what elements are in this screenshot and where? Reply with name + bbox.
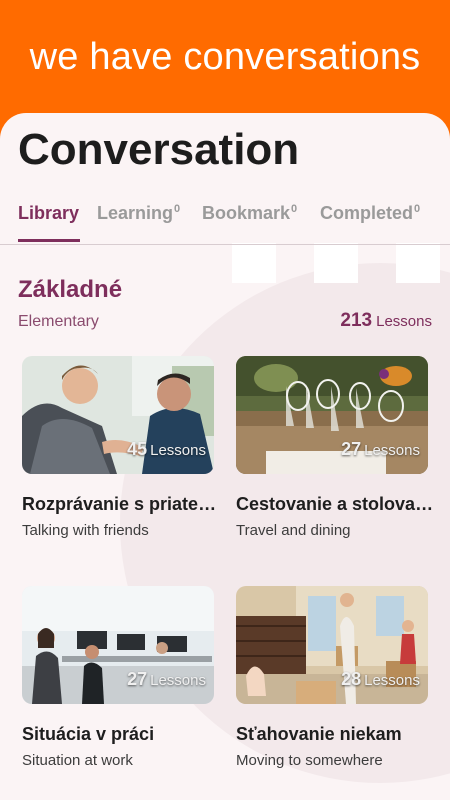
page-title: Conversation: [18, 125, 300, 174]
tab-label: Bookmark: [202, 203, 291, 223]
section-lesson-count: 213 Lessons: [340, 310, 432, 332]
lesson-count-number: 45: [127, 439, 148, 459]
lesson-title: Situácia v práci: [22, 724, 155, 744]
background-stripe: [232, 243, 276, 283]
banner-text: we have conversations: [29, 36, 421, 78]
lesson-thumbnail: 28 Lessons: [236, 586, 428, 704]
lesson-title: Sťahovanie niekam: [236, 724, 402, 744]
promo-banner: we have conversations: [0, 0, 450, 130]
lesson-subtitle: Situation at work: [22, 752, 133, 769]
lesson-count: 27 Lessons: [341, 439, 420, 460]
lesson-card-situation-at-work[interactable]: 27 Lessons Situácia v práci Situation at …: [22, 586, 214, 769]
tab-label: Completed: [320, 203, 414, 223]
lesson-count-number: 27: [341, 439, 362, 459]
lesson-count: 45 Lessons: [127, 439, 206, 460]
active-tab-indicator: [18, 239, 80, 242]
tab-count: 0: [291, 203, 298, 215]
section-title: Základné: [18, 276, 123, 303]
lesson-count-number: 28: [341, 669, 362, 689]
lesson-card-talking-with-friends[interactable]: 45 Lessons Rozprávanie s priateľmi Talkin…: [22, 356, 222, 539]
lesson-count-number: 213: [340, 310, 373, 331]
lesson-subtitle: Moving to somewhere: [236, 752, 383, 769]
lesson-card-moving-to-somewhere[interactable]: 28 Lessons Sťahovanie niekam Moving to so…: [236, 586, 428, 769]
main-panel: Conversation Library Learning0 Bookmark0…: [0, 113, 450, 800]
lesson-count-label: Lessons: [150, 672, 206, 689]
lesson-count: 27 Lessons: [127, 669, 206, 690]
lesson-count-label: Lessons: [364, 442, 420, 459]
lesson-thumbnail: 27 Lessons: [22, 586, 214, 704]
tab-bookmark[interactable]: Bookmark0: [202, 203, 297, 224]
lesson-count-number: 27: [127, 669, 148, 689]
lesson-card-travel-and-dining[interactable]: 27 Lessons Cestovanie a stolovanie Travel…: [236, 356, 436, 539]
lesson-count-label: Lessons: [364, 672, 420, 689]
lesson-count-label: Lessons: [150, 442, 206, 459]
tab-bar: Library Learning0 Bookmark0 Completed0: [0, 193, 450, 245]
section-subtitle: Elementary: [18, 313, 99, 330]
lesson-subtitle: Travel and dining: [236, 522, 351, 539]
lesson-title: Cestovanie a stolovanie: [236, 494, 436, 514]
tab-label: Library: [18, 203, 80, 223]
tab-library[interactable]: Library: [18, 203, 79, 224]
tab-learning[interactable]: Learning0: [97, 203, 180, 224]
tab-count: 0: [174, 203, 181, 215]
tab-label: Learning: [97, 203, 174, 223]
tab-count: 0: [414, 203, 421, 215]
lesson-count: 28 Lessons: [341, 669, 420, 690]
lesson-thumbnail: 27 Lessons: [236, 356, 428, 474]
lesson-thumbnail: 45 Lessons: [22, 356, 214, 474]
lesson-title: Rozprávanie s priateľmi: [22, 494, 222, 514]
background-stripe: [314, 243, 358, 283]
background-stripe: [396, 243, 440, 283]
lesson-count-label: Lessons: [376, 313, 432, 330]
tab-completed[interactable]: Completed0: [320, 203, 420, 224]
lesson-subtitle: Talking with friends: [22, 522, 149, 539]
